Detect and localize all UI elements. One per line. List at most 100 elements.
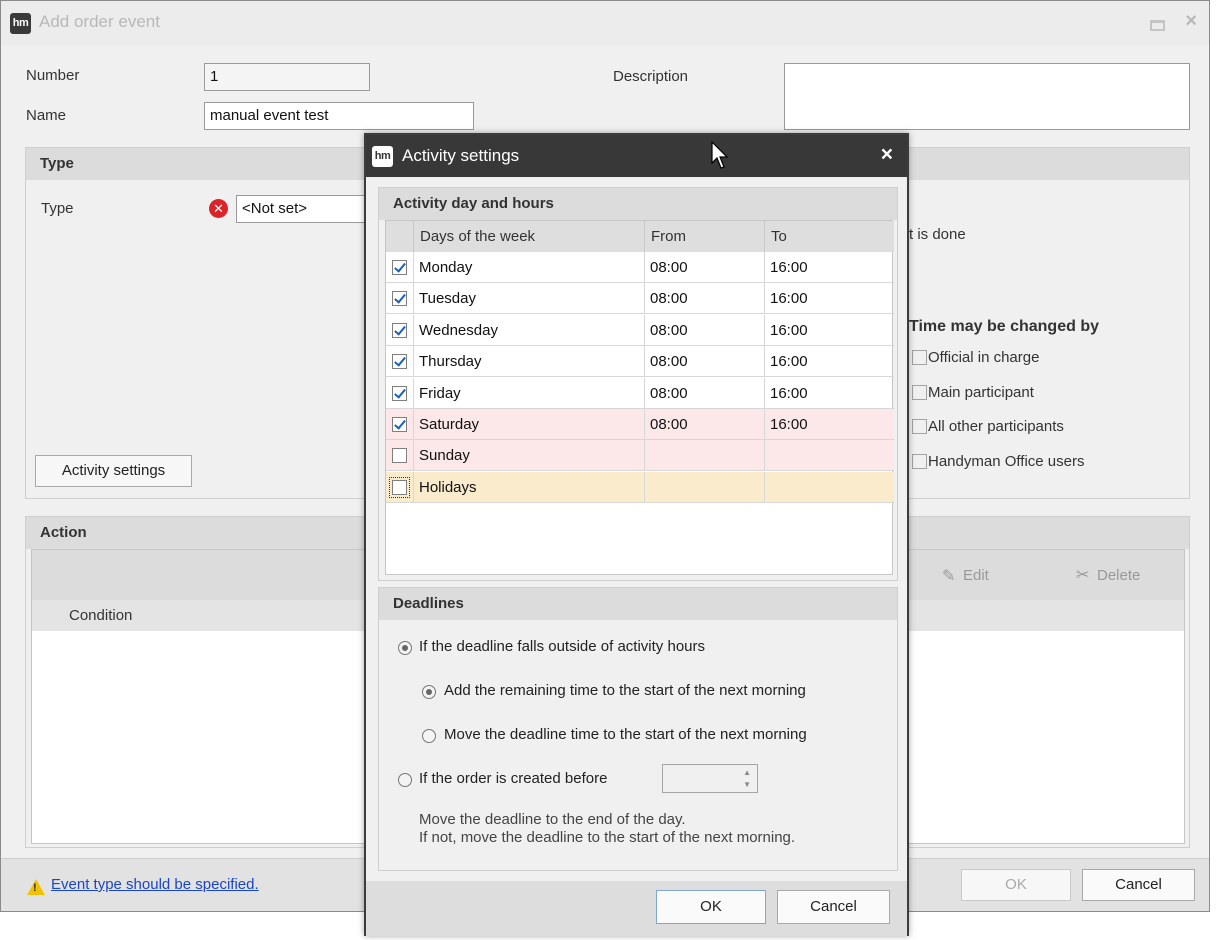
- grid-row[interactable]: Sunday: [386, 440, 894, 472]
- event-type-warning-link[interactable]: Event type should be specified.: [51, 876, 259, 893]
- grid-cell-check: [386, 471, 414, 503]
- grid-cell-from[interactable]: 08:00: [645, 283, 765, 315]
- add-remaining-label: Add the remaining time to the start of t…: [444, 682, 806, 699]
- grid-cell-check: [386, 252, 414, 283]
- grid-cell-from[interactable]: [645, 471, 765, 503]
- grid-cell-from[interactable]: 08:00: [645, 346, 765, 378]
- dialog-title: Activity settings: [402, 146, 520, 165]
- grid-row[interactable]: Tuesday 08:00 16:00: [386, 283, 894, 315]
- grid-cell-check: [386, 409, 414, 440]
- official-in-charge-checkbox[interactable]: [912, 350, 927, 365]
- close-icon[interactable]: ×: [1185, 10, 1197, 33]
- grid-header-from[interactable]: From: [645, 221, 765, 252]
- delete-button[interactable]: Delete: [1097, 567, 1140, 584]
- grid-cell-to[interactable]: 16:00: [765, 409, 894, 440]
- grid-cell-from[interactable]: 08:00: [645, 252, 765, 283]
- grid-cell-day[interactable]: Friday: [414, 377, 645, 409]
- activity-hours-title: Activity day and hours: [379, 188, 897, 220]
- move-deadline-label: Move the deadline time to the start of t…: [444, 726, 807, 743]
- main-participant-checkbox[interactable]: [912, 385, 927, 400]
- outside-hours-label: If the deadline falls outside of activit…: [419, 638, 705, 655]
- grid-header-to[interactable]: To: [765, 221, 894, 252]
- deadline-note-line1: Move the deadline to the end of the day.: [419, 811, 686, 828]
- grid-cell-day[interactable]: Tuesday: [414, 283, 645, 315]
- day-checkbox[interactable]: [392, 291, 407, 307]
- created-before-radio[interactable]: [398, 773, 412, 787]
- mouse-cursor-icon: [711, 141, 729, 169]
- handyman-office-users-checkbox[interactable]: [912, 454, 927, 469]
- dialog-cancel-button[interactable]: Cancel: [777, 890, 890, 924]
- grid-cell-day[interactable]: Holidays: [414, 471, 645, 503]
- grid-cell-from[interactable]: [645, 440, 765, 472]
- main-titlebar[interactable]: hm Add order event ×: [1, 1, 1209, 45]
- grid-cell-to[interactable]: 16:00: [765, 378, 894, 409]
- day-checkbox[interactable]: [392, 354, 407, 370]
- move-deadline-radio[interactable]: [422, 729, 436, 743]
- deadlines-title: Deadlines: [379, 588, 897, 620]
- grid-header-check: [386, 221, 414, 252]
- delete-icon: ✂: [1076, 567, 1090, 584]
- activity-hours-group: Activity day and hours Days of the week …: [378, 187, 898, 581]
- spin-down-icon[interactable]: ▼: [743, 780, 751, 789]
- dialog-close-icon[interactable]: ×: [881, 143, 893, 167]
- main-ok-button[interactable]: OK: [961, 869, 1071, 901]
- day-checkbox[interactable]: [389, 476, 410, 498]
- dialog-titlebar[interactable]: hm Activity settings ×: [366, 135, 907, 177]
- grid-row[interactable]: Saturday 08:00 16:00: [386, 409, 894, 440]
- type-label: Type: [41, 200, 74, 217]
- grid-row[interactable]: Thursday 08:00 16:00: [386, 346, 894, 378]
- grid-cell-check: [386, 283, 414, 315]
- grid-row[interactable]: Monday 08:00 16:00: [386, 252, 894, 283]
- grid-cell-to[interactable]: 16:00: [765, 283, 894, 314]
- grid-cell-to[interactable]: [765, 472, 894, 503]
- grid-cell-to[interactable]: [765, 440, 894, 471]
- grid-cell-day[interactable]: Saturday: [414, 409, 645, 440]
- grid-cell-from[interactable]: 08:00: [645, 314, 765, 346]
- grid-cell-day[interactable]: Wednesday: [414, 314, 645, 346]
- grid-row[interactable]: Wednesday 08:00 16:00: [386, 314, 894, 346]
- outside-hours-radio[interactable]: [398, 641, 412, 655]
- grid-cell-to[interactable]: 16:00: [765, 252, 894, 283]
- all-other-participants-label: All other participants: [928, 418, 1064, 435]
- day-checkbox[interactable]: [392, 322, 407, 338]
- grid-cell-from[interactable]: 08:00: [645, 409, 765, 440]
- main-cancel-button[interactable]: Cancel: [1082, 869, 1195, 901]
- all-other-participants-checkbox[interactable]: [912, 419, 927, 434]
- day-checkbox[interactable]: [392, 448, 407, 464]
- dialog-ok-button[interactable]: OK: [656, 890, 766, 924]
- grid-row[interactable]: Holidays: [386, 471, 894, 503]
- add-remaining-radio[interactable]: [422, 685, 436, 699]
- grid-row[interactable]: Friday 08:00 16:00: [386, 377, 894, 409]
- type-select[interactable]: <Not set>: [236, 195, 376, 223]
- condition-header[interactable]: Condition: [69, 607, 132, 624]
- edit-button[interactable]: Edit: [963, 567, 989, 584]
- grid-cell-to[interactable]: 16:00: [765, 315, 894, 346]
- grid-cell-check: [386, 314, 414, 346]
- edit-icon: ✎: [942, 568, 956, 585]
- main-participant-label: Main participant: [928, 384, 1034, 401]
- description-field[interactable]: [784, 63, 1190, 130]
- created-before-time-input[interactable]: ▲ ▼: [662, 764, 758, 793]
- deadlines-group: Deadlines If the deadline falls outside …: [378, 587, 898, 871]
- maximize-icon[interactable]: [1149, 15, 1165, 31]
- grid-header-days[interactable]: Days of the week: [414, 221, 645, 252]
- spin-up-icon[interactable]: ▲: [743, 768, 751, 777]
- partial-label: t is done: [909, 226, 966, 243]
- grid-cell-day[interactable]: Monday: [414, 252, 645, 283]
- official-in-charge-label: Official in charge: [928, 349, 1040, 366]
- number-field[interactable]: 1: [204, 63, 370, 91]
- day-checkbox[interactable]: [392, 417, 407, 432]
- error-icon: ✕: [209, 199, 228, 218]
- grid-cell-day[interactable]: Thursday: [414, 346, 645, 378]
- day-checkbox[interactable]: [392, 260, 407, 275]
- day-checkbox[interactable]: [392, 385, 407, 401]
- grid-cell-check: [386, 346, 414, 378]
- name-field[interactable]: manual event test: [204, 102, 474, 130]
- time-changed-by-title: Time may be changed by: [909, 318, 1099, 335]
- warning-icon: !: [27, 879, 45, 895]
- activity-settings-button[interactable]: Activity settings: [35, 455, 192, 487]
- grid-cell-to[interactable]: 16:00: [765, 346, 894, 377]
- grid-cell-day[interactable]: Sunday: [414, 440, 645, 472]
- activity-grid: Days of the week From To Monday 08:00 16:0…: [385, 220, 894, 575]
- grid-cell-from[interactable]: 08:00: [645, 377, 765, 409]
